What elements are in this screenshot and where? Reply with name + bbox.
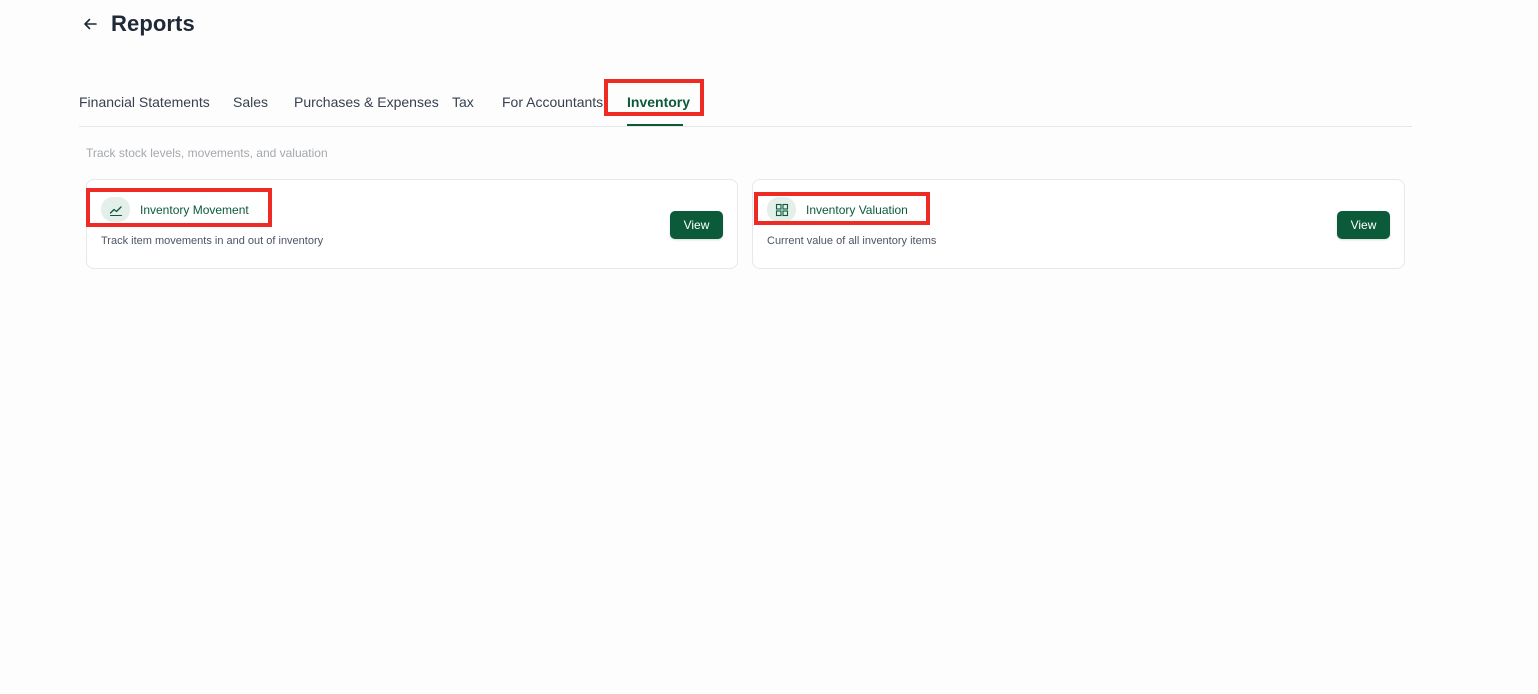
page-title: Reports	[111, 11, 195, 36]
tab-inventory[interactable]: Inventory	[627, 78, 690, 126]
report-card-inventory-valuation: Inventory Valuation Current value of all…	[752, 179, 1405, 269]
report-card-inventory-movement: Inventory Movement Track item movements …	[86, 179, 738, 269]
arrow-left-icon	[84, 18, 97, 30]
card-title-row: Inventory Movement	[101, 197, 249, 222]
card-title-row: Inventory Valuation	[767, 197, 908, 222]
section-subtitle: Track stock levels, movements, and valua…	[86, 146, 328, 160]
tab-sales[interactable]: Sales	[233, 78, 268, 126]
trend-line-icon	[101, 197, 130, 222]
view-button-inventory-valuation[interactable]: View	[1337, 211, 1390, 239]
grid-icon	[767, 197, 796, 222]
tab-tax[interactable]: Tax	[452, 78, 474, 126]
tab-for-accountants[interactable]: For Accountants	[502, 78, 603, 126]
card-title[interactable]: Inventory Valuation	[806, 203, 908, 217]
page-header: Reports	[79, 10, 195, 38]
card-title[interactable]: Inventory Movement	[140, 203, 249, 217]
view-button-inventory-movement[interactable]: View	[670, 211, 723, 239]
tab-purchases-expenses[interactable]: Purchases & Expenses	[294, 78, 439, 126]
back-button[interactable]	[79, 13, 101, 35]
report-tabs: Financial Statements Sales Purchases & E…	[79, 78, 1412, 127]
card-description: Current value of all inventory items	[767, 235, 937, 247]
active-tab-indicator	[627, 124, 683, 126]
tab-financial-statements[interactable]: Financial Statements	[79, 78, 210, 126]
card-description: Track item movements in and out of inven…	[101, 235, 324, 247]
